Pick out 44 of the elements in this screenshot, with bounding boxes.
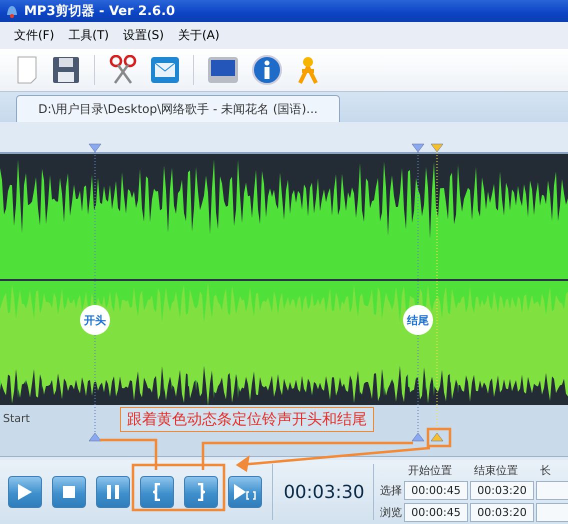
highlight-frame [426, 428, 452, 448]
column-header: 开始位置 [407, 462, 453, 478]
play-selection-icon [234, 484, 256, 500]
time-field[interactable]: 00:00:45 [404, 480, 468, 500]
mail-icon[interactable] [151, 57, 179, 83]
play-button[interactable] [8, 476, 42, 508]
save-icon[interactable] [52, 56, 80, 84]
menu-item[interactable]: 文件(F) [14, 27, 54, 44]
time-field[interactable]: 00:00:45 [404, 502, 468, 522]
leader-line [100, 438, 158, 470]
column-header: 结束位置 [473, 462, 519, 478]
row-label: 浏览 [380, 504, 403, 520]
left-brace-icon [153, 483, 161, 501]
row-label: 选择 [380, 482, 403, 498]
bell-icon [4, 3, 20, 19]
time-field[interactable]: 00:03:20 [470, 502, 534, 522]
running-figure-icon[interactable] [296, 56, 320, 84]
menu-item[interactable]: 设置(S) [122, 27, 164, 44]
pause-icon [107, 485, 119, 499]
stop-button[interactable] [52, 476, 86, 508]
time-display: 00:03:30 [282, 482, 366, 502]
new-file-icon[interactable] [16, 56, 38, 84]
start-marker[interactable] [88, 432, 102, 442]
column-header: 长 [539, 462, 552, 478]
play-selection-button[interactable] [228, 476, 262, 508]
scissors-icon[interactable] [109, 55, 137, 85]
set-end-button[interactable] [184, 476, 218, 508]
window-title: MP3剪切器 - Ver 2.6.0 [24, 2, 176, 20]
stop-icon [63, 486, 75, 498]
set-start-button[interactable] [140, 476, 174, 508]
info-icon[interactable] [252, 55, 282, 85]
file-tab[interactable]: D:\用户目录\Desktop\网络歌手 - 未闻花名 (国语)... [16, 95, 340, 122]
menu-item[interactable]: 关于(A) [178, 27, 220, 44]
right-brace-icon [197, 483, 205, 501]
timeline-label: Start [3, 412, 30, 425]
annotation-text: 跟着黄色动态条定位铃声开头和结尾 [120, 407, 374, 432]
time-field[interactable]: 00:03:20 [470, 480, 534, 500]
menu-item[interactable]: 工具(T) [68, 27, 109, 44]
end-marker[interactable] [412, 144, 424, 152]
end-marker[interactable] [412, 432, 424, 442]
playhead-marker[interactable] [430, 432, 444, 442]
monitor-icon[interactable] [208, 57, 238, 83]
play-icon [18, 484, 32, 500]
pause-button[interactable] [96, 476, 130, 508]
